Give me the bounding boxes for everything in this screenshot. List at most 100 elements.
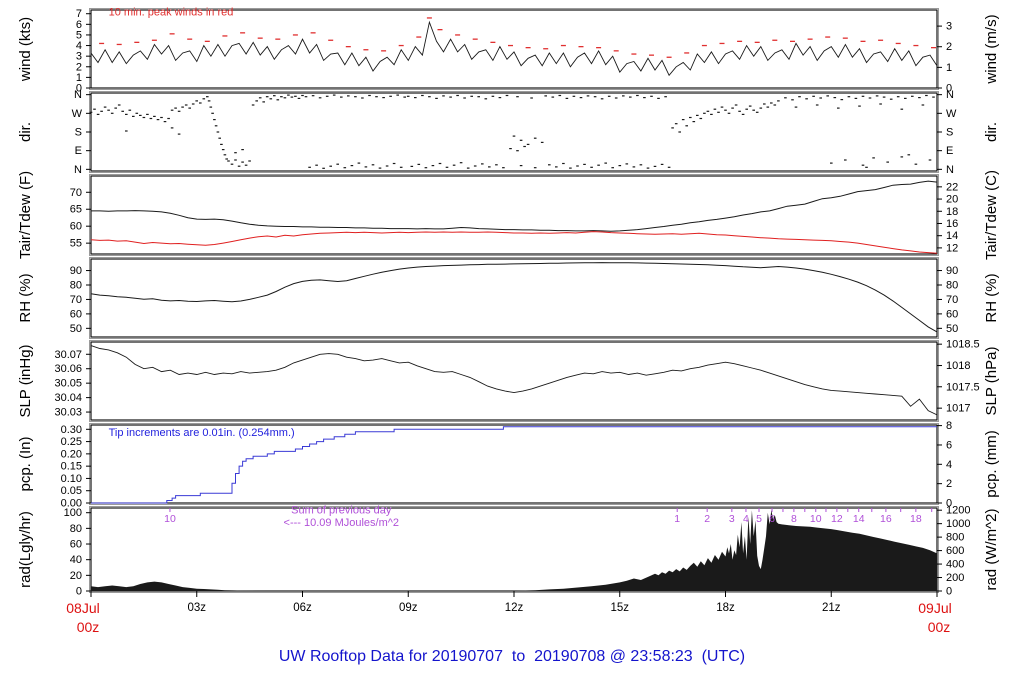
pcp-left-tick: 0.10	[61, 473, 82, 485]
x-tick-label: 21z	[822, 602, 841, 614]
rad-right-tick: 1000	[946, 518, 970, 530]
dir-right-tick: W	[946, 108, 957, 120]
temp-right-axis-title: Tair/Tdew (C)	[983, 170, 1000, 260]
pcp-right-tick: 6	[946, 439, 952, 451]
pcp-left-tick: 0.20	[61, 448, 82, 460]
slp-left-tick: 30.03	[54, 407, 82, 419]
rad-annotation: <--- 10.09 MJoules/m^2	[284, 517, 400, 529]
temp-right-tick: 22	[946, 181, 958, 193]
pcp-left-tick: 0.30	[61, 424, 82, 436]
temp-right-tick: 20	[946, 194, 958, 206]
pcp-right-tick: 2	[946, 478, 952, 490]
rad-right-tick: 200	[946, 572, 964, 584]
wind-left-tick: 7	[76, 8, 82, 20]
x-tick-label: 15z	[610, 602, 629, 614]
uw-rooftop-figure: 0 1 2 3 4 5 6 7 0 1 2 3 wind (kts) wind (m/s) 10 min. …	[0, 0, 1024, 700]
wind-right-tick: 3	[946, 21, 952, 33]
slp-right-tick: 1017	[946, 403, 970, 415]
rad-annotation: Sum of previous day	[291, 504, 392, 516]
pcp-left-axis-title: pcp. (In)	[17, 436, 34, 491]
x-tick-label: 18z	[716, 602, 735, 614]
slp-right-tick: 1017.5	[946, 381, 980, 393]
rad-right-tick: 600	[946, 545, 964, 557]
dir-right-tick: N	[946, 164, 954, 176]
mj-marker-label: 10	[164, 513, 176, 525]
mj-marker-label: 2	[704, 513, 710, 525]
mj-marker-label: 5	[756, 513, 762, 525]
pcp-annotation: Tip increments are 0.01in. (0.254mm.)	[109, 427, 295, 439]
rad-right-axis-title: rad (W/m^2)	[983, 508, 1000, 590]
rh-right-tick: 80	[946, 280, 958, 292]
panel-rad: 020406080100020040060080010001200rad(Lgl…	[17, 504, 1000, 597]
mj-marker-label: 14	[853, 513, 865, 525]
x-axis: 03z 06z 09z 12z 15z 18z 21z 08Jul 00z 09Jul 00z	[66, 591, 952, 635]
chart-title: UW Rooftop Data for 20190707 to 20190708…	[278, 648, 746, 665]
rh-right-axis-title: RH (%)	[983, 273, 1000, 322]
pcp-left-tick: 0.15	[61, 461, 82, 473]
x-end-hour: 00z	[928, 619, 951, 635]
wind-left-axis-title: wind (kts)	[17, 17, 34, 82]
temp-left-tick: 65	[70, 204, 82, 216]
wind-left-tick: 3	[76, 51, 82, 63]
mj-marker-label: 10	[810, 513, 822, 525]
dir-left-axis-title: dir.	[17, 122, 34, 142]
rh-left-tick: 60	[70, 308, 82, 320]
mj-marker-label: 18	[910, 513, 922, 525]
x-start-date: 08Jul	[66, 600, 99, 616]
rad-right-tick: 0	[946, 586, 952, 598]
panel-pcp: 0.000.050.100.150.200.250.3002468pcp. (I…	[17, 420, 1000, 509]
dir-right-tick: N	[946, 89, 954, 101]
rad-left-tick: 0	[76, 586, 82, 598]
dir-left-tick: W	[72, 108, 83, 120]
mj-marker-label: 4	[743, 513, 749, 525]
wind-left-tick: 5	[76, 29, 82, 41]
pcp-right-axis-title: pcp. (mm)	[983, 430, 1000, 498]
rh-left-tick: 90	[70, 265, 82, 277]
pcp-right-tick: 4	[946, 459, 952, 471]
dir-right-axis-title: dir.	[983, 122, 1000, 142]
rh-right-tick: 90	[946, 265, 958, 277]
wind-left-tick: 2	[76, 61, 82, 73]
temp-left-tick: 55	[70, 238, 82, 250]
rad-right-tick: 1200	[946, 505, 970, 517]
mj-marker-label: 12	[831, 513, 843, 525]
slp-left-tick: 30.07	[54, 349, 82, 361]
panel-wind: 012345670123wind (kts) wind (m/s)10 min. …	[17, 6, 1000, 94]
panel-slp: 30.03 30.04 30.05 30.06 30.07 1017 1017.5 1018 1…	[17, 339, 1000, 422]
rad-left-tick: 80	[70, 523, 82, 535]
rad-left-tick: 100	[64, 507, 82, 519]
dir-left-tick: S	[75, 127, 82, 139]
rad-right-tick: 400	[946, 559, 964, 571]
mj-marker-label: 3	[729, 513, 735, 525]
temp-right-tick: 14	[946, 230, 958, 242]
mj-marker-label: 6	[769, 513, 775, 525]
dir-left-tick: N	[74, 89, 82, 101]
dir-left-tick: N	[74, 164, 82, 176]
temp-right-tick: 12	[946, 242, 958, 254]
rh-right-tick: 70	[946, 294, 958, 306]
wind-right-tick: 1	[946, 62, 952, 74]
rh-right-tick: 50	[946, 323, 958, 335]
slp-left-tick: 30.05	[54, 378, 82, 390]
pcp-left-tick: 0.25	[61, 436, 82, 448]
rad-right-tick: 800	[946, 532, 964, 544]
dir-right-tick: E	[946, 145, 953, 157]
wind-right-axis-title: wind (m/s)	[983, 14, 1000, 84]
temp-left-tick: 70	[70, 187, 82, 199]
mj-marker-label: 16	[880, 513, 892, 525]
wind-left-tick: 1	[76, 72, 82, 84]
wind-annotation: 10 min. peak winds in red	[109, 6, 234, 18]
x-tick-label: 03z	[187, 602, 206, 614]
slp-left-tick: 30.06	[54, 363, 82, 375]
dir-right-tick: S	[946, 127, 953, 139]
mj-marker-label: 1	[674, 513, 680, 525]
slp-right-axis-title: SLP (hPa)	[983, 347, 1000, 416]
rad-left-axis-title: rad(Lgly/hr)	[17, 511, 34, 588]
x-end-date: 09Jul	[918, 600, 951, 616]
temp-right-tick: 16	[946, 218, 958, 230]
temp-right-tick: 18	[946, 206, 958, 218]
slp-right-tick: 1018	[946, 360, 970, 372]
rh-right-tick: 60	[946, 308, 958, 320]
temp-left-axis-title: Tair/Tdew (F)	[17, 171, 34, 259]
x-tick-label: 12z	[505, 602, 524, 614]
